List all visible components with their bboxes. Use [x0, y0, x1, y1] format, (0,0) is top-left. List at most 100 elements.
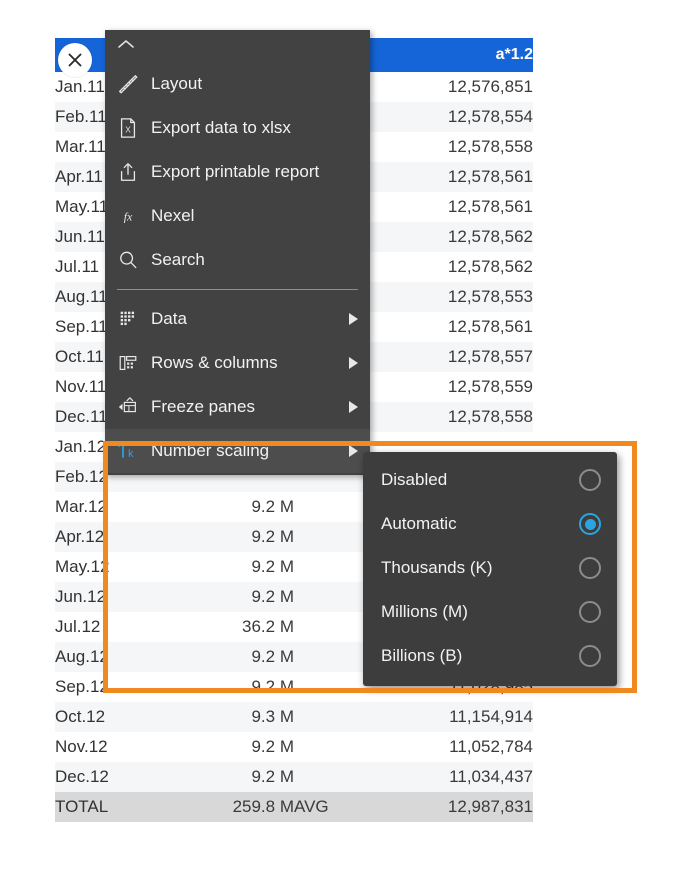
submenu-option-label: Billions (B): [381, 646, 463, 665]
radio-button-icon[interactable]: [579, 513, 601, 535]
svg-text:X: X: [125, 126, 131, 135]
row-agg: [294, 762, 414, 792]
radio-button-icon[interactable]: [579, 557, 601, 579]
row-agg: [294, 702, 414, 732]
menu-item-search[interactable]: Search: [105, 238, 370, 282]
row-value: 9.3 M: [251, 707, 294, 726]
row-value-a12: 12,578,561: [447, 317, 533, 336]
row-value-a12: 12,578,553: [447, 287, 533, 306]
submenu-option-billions-b[interactable]: Billions (B): [363, 634, 617, 678]
menu-item-label: Nexel: [151, 206, 195, 225]
submenu-option-disabled[interactable]: Disabled: [363, 458, 617, 502]
context-menu: Layout X Export data to xlsx Export prin…: [105, 30, 370, 475]
submenu-arrow-icon: [336, 356, 370, 370]
function-fx-icon: fx: [105, 205, 151, 227]
number-scaling-submenu: Disabled Automatic Thousands (K) Millions (…: [363, 452, 617, 686]
xlsx-file-icon: X: [105, 117, 151, 139]
row-label: Apr.12: [55, 527, 105, 546]
total-label: TOTAL: [55, 797, 109, 816]
row-agg: [294, 732, 414, 762]
row-value-a12: 12,578,554: [447, 107, 533, 126]
table-row[interactable]: Dec.12 9.2 M 11,034,437: [55, 762, 533, 792]
svg-text:fx: fx: [124, 210, 133, 224]
row-value-a12: 12,576,851: [447, 77, 533, 96]
submenu-arrow-icon: [336, 400, 370, 414]
menu-item-export-printable-report[interactable]: Export printable report: [105, 150, 370, 194]
table-total-row: TOTAL 259.8 M AVG 12,987,831: [55, 792, 533, 822]
row-value: 9.2 M: [251, 497, 294, 516]
row-value: 9.2 M: [251, 767, 294, 786]
row-value-a12: 12,578,561: [447, 197, 533, 216]
menu-item-data[interactable]: Data: [105, 297, 370, 341]
table-row[interactable]: Oct.12 9.3 M 11,154,914: [55, 702, 533, 732]
radio-button-icon[interactable]: [579, 601, 601, 623]
submenu-option-label: Thousands (K): [381, 558, 493, 577]
submenu-option-thousands-k[interactable]: Thousands (K): [363, 546, 617, 590]
submenu-option-label: Automatic: [381, 514, 457, 533]
freeze-panes-icon: [105, 396, 151, 418]
row-value-a12: 12,578,561: [447, 167, 533, 186]
rows-columns-icon: [105, 352, 151, 374]
row-label: Oct.12: [55, 707, 106, 726]
menu-collapse-button[interactable]: [105, 30, 370, 62]
total-value-a12: 12,987,831: [447, 797, 533, 816]
search-icon: [105, 249, 151, 271]
table-row[interactable]: Nov.12 9.2 M 11,052,784: [55, 732, 533, 762]
row-value: 9.2 M: [251, 677, 294, 696]
menu-item-label: Data: [151, 309, 187, 328]
row-value-a12: 11,154,914: [449, 707, 533, 726]
menu-item-export-data-to-xlsx[interactable]: X Export data to xlsx: [105, 106, 370, 150]
row-value: 9.2 M: [251, 647, 294, 666]
close-button[interactable]: [58, 43, 92, 77]
submenu-option-millions-m[interactable]: Millions (M): [363, 590, 617, 634]
ruler-icon: [105, 73, 151, 95]
row-value-a12: 11,052,784: [449, 737, 533, 756]
menu-item-rows-and-columns[interactable]: Rows & columns: [105, 341, 370, 385]
row-label: Jul.12: [55, 617, 101, 636]
row-value: 9.2 M: [251, 587, 294, 606]
menu-item-label: Search: [151, 250, 205, 269]
menu-item-label: Layout: [151, 74, 203, 93]
header-cell-a12[interactable]: a*1.2: [413, 38, 533, 72]
number-scaling-icon: k: [105, 439, 151, 463]
grid-data-icon: [105, 308, 151, 330]
row-value-a12: 12,578,558: [447, 137, 533, 156]
total-agg-label: AVG: [294, 797, 329, 816]
menu-item-layout[interactable]: Layout: [105, 62, 370, 106]
submenu-option-label: Millions (M): [381, 602, 468, 621]
row-value-a12: 12,578,558: [447, 407, 533, 426]
row-value: 9.2 M: [251, 557, 294, 576]
row-label: May.12: [55, 557, 110, 576]
submenu-arrow-icon: [336, 312, 370, 326]
app-root: a*1.2 Jan.11 12,576,851 Feb.11 12,578,554 Ma…: [0, 0, 679, 881]
menu-item-nexel[interactable]: fx Nexel: [105, 194, 370, 238]
menu-item-label: Freeze panes: [151, 397, 255, 416]
submenu-option-automatic[interactable]: Automatic: [363, 502, 617, 546]
menu-divider: [117, 289, 358, 290]
row-value-a12: 12,578,559: [447, 377, 533, 396]
row-value: 9.2 M: [251, 737, 294, 756]
close-icon: [66, 51, 84, 69]
export-upload-icon: [105, 161, 151, 183]
row-value: 36.2 M: [242, 617, 294, 636]
row-label: Mar.12: [55, 497, 107, 516]
row-label: Nov.12: [55, 737, 108, 756]
row-label: Sep.12: [55, 677, 109, 696]
menu-item-label: Export printable report: [151, 162, 320, 181]
menu-item-number-scaling[interactable]: k Number scaling: [105, 429, 370, 473]
total-value: 259.8 M: [232, 797, 294, 816]
radio-button-icon[interactable]: [579, 645, 601, 667]
row-value-a12: 11,034,437: [449, 767, 533, 786]
menu-item-freeze-panes[interactable]: Freeze panes: [105, 385, 370, 429]
svg-text:k: k: [128, 448, 134, 460]
row-label: Aug.12: [55, 647, 109, 666]
radio-button-icon[interactable]: [579, 469, 601, 491]
row-value-a12: 12,578,562: [447, 227, 533, 246]
menu-item-label: Export data to xlsx: [151, 118, 291, 137]
chevron-up-icon: [117, 37, 135, 55]
menu-item-label: Number scaling: [151, 441, 270, 460]
row-value: 9.2 M: [251, 527, 294, 546]
submenu-option-label: Disabled: [381, 470, 448, 489]
row-value-a12: 12,578,562: [447, 257, 533, 276]
row-label: Jun.12: [55, 587, 107, 606]
